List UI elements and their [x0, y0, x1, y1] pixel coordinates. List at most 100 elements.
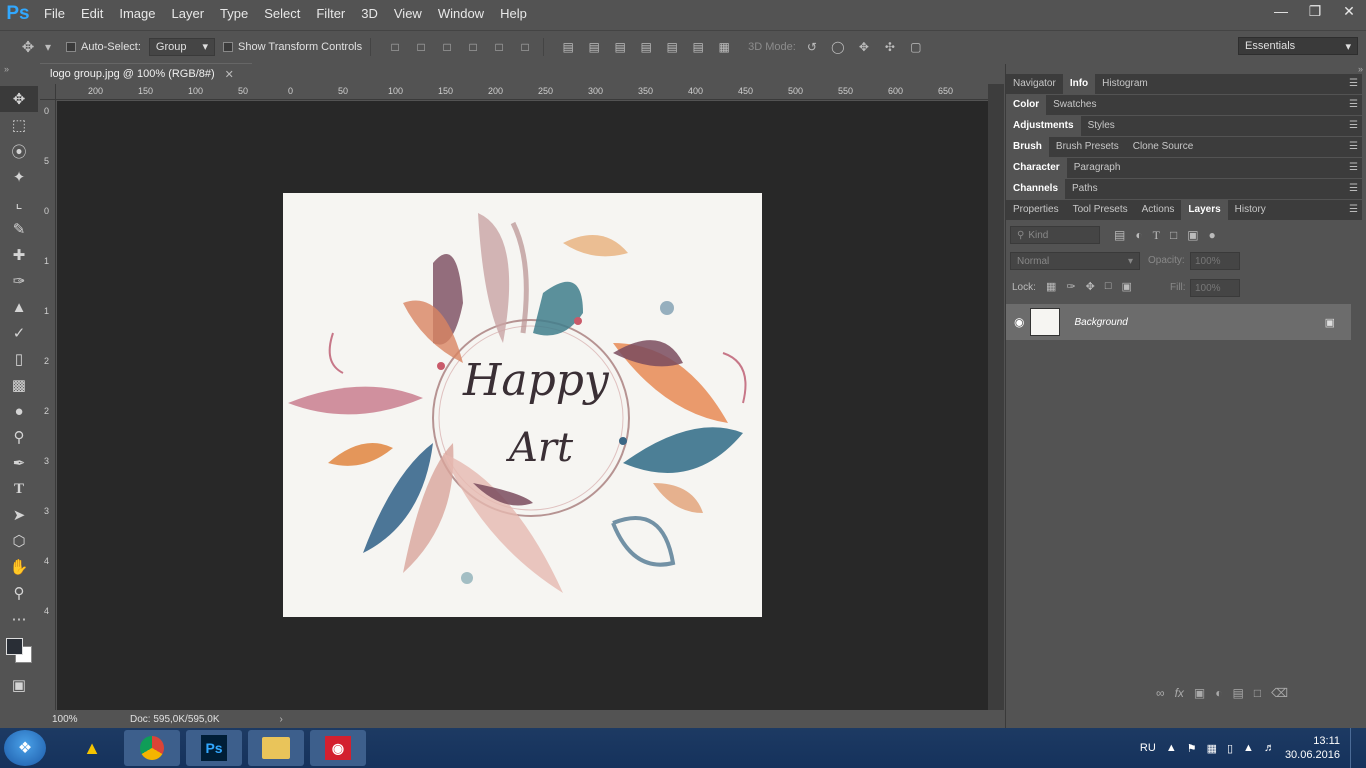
pen-tool[interactable]: ✒	[0, 450, 38, 476]
history-brush-tool[interactable]: ✓	[0, 320, 38, 346]
auto-align-icon[interactable]: ▦	[714, 38, 734, 56]
fx-icon[interactable]: fx	[1175, 686, 1184, 700]
align-vcenter-icon[interactable]: □	[411, 38, 431, 56]
align-top-icon[interactable]: □	[385, 38, 405, 56]
language-indicator[interactable]: RU	[1140, 742, 1156, 754]
panel-menu-icon[interactable]: ☰	[1349, 78, 1358, 89]
tab-styles[interactable]: Styles	[1081, 116, 1122, 136]
panel-menu-icon[interactable]: ☰	[1349, 162, 1358, 173]
roll-3d-icon[interactable]: ◯	[828, 38, 848, 56]
panel-menu-icon[interactable]: ☰	[1349, 120, 1358, 131]
distribute-right-icon[interactable]: ▤	[688, 38, 708, 56]
close-icon[interactable]: ✕	[225, 68, 234, 81]
brush-tool[interactable]: ✑	[0, 268, 38, 294]
shape-filter-icon[interactable]: □	[1170, 228, 1177, 243]
tab-navigator[interactable]: Navigator	[1006, 74, 1063, 94]
distribute-vcenter-icon[interactable]: ▤	[584, 38, 604, 56]
show-hidden-icons[interactable]: ▲	[1166, 742, 1177, 754]
tab-clone-source[interactable]: Clone Source	[1126, 137, 1201, 157]
add-mask-icon[interactable]: ▣	[1194, 686, 1205, 700]
align-left-icon[interactable]: □	[463, 38, 483, 56]
hand-tool[interactable]: ✋	[0, 554, 38, 580]
windows-icon[interactable]: ▦	[1207, 742, 1217, 755]
shape-tool[interactable]: ⬡	[0, 528, 38, 554]
tab-color[interactable]: Color	[1006, 95, 1047, 115]
tab-history[interactable]: History	[1228, 200, 1273, 220]
align-right-icon[interactable]: □	[515, 38, 535, 56]
panel-menu-icon[interactable]: ☰	[1349, 99, 1358, 110]
distribute-bottom-icon[interactable]: ▤	[610, 38, 630, 56]
menu-type[interactable]: Type	[212, 0, 256, 28]
distribute-top-icon[interactable]: ▤	[558, 38, 578, 56]
menu-edit[interactable]: Edit	[73, 0, 111, 28]
eraser-tool[interactable]: ▯	[0, 346, 38, 372]
signal-icon[interactable]: ▲	[1243, 742, 1254, 754]
panel-menu-icon[interactable]: ☰	[1349, 141, 1358, 152]
taskbar-photoshop[interactable]: Ps	[186, 730, 242, 766]
tab-info[interactable]: Info	[1062, 74, 1096, 94]
collapse-icon[interactable]: »	[1006, 64, 1366, 74]
restore-button[interactable]: ❐	[1298, 0, 1332, 22]
smart-object-filter-icon[interactable]: ▣	[1187, 228, 1198, 243]
healing-tool[interactable]: ✚	[0, 242, 38, 268]
show-desktop-button[interactable]	[1350, 728, 1358, 768]
layer-filter-dropdown[interactable]: ⚲ Kind	[1010, 226, 1100, 244]
taskbar-explorer[interactable]	[248, 730, 304, 766]
eyedropper-tool[interactable]: ✎	[0, 216, 38, 242]
adjustment-layer-icon[interactable]: ◐	[1215, 686, 1222, 700]
tab-properties[interactable]: Properties	[1006, 200, 1066, 220]
tab-channels[interactable]: Channels	[1006, 179, 1066, 199]
show-transform-checkbox[interactable]: Show Transform Controls	[223, 41, 362, 53]
zoom-level[interactable]: 100%	[40, 714, 90, 725]
tab-swatches[interactable]: Swatches	[1046, 95, 1103, 115]
menu-layer[interactable]: Layer	[164, 0, 213, 28]
foreground-color-swatch[interactable]	[6, 638, 23, 655]
gradient-tool[interactable]: ▩	[0, 372, 38, 398]
layer-name[interactable]: Background	[1074, 317, 1127, 328]
marquee-tool[interactable]: ⬚	[0, 112, 38, 138]
tab-tool-presets[interactable]: Tool Presets	[1066, 200, 1135, 220]
chevron-right-icon[interactable]: ›	[280, 714, 283, 725]
menu-select[interactable]: Select	[256, 0, 308, 28]
vertical-scrollbar[interactable]	[988, 84, 1004, 710]
chevron-down-icon[interactable]: ▾	[38, 38, 58, 56]
menu-3d[interactable]: 3D	[353, 0, 386, 28]
quick-mask-icon[interactable]: ▣	[0, 672, 38, 698]
battery-icon[interactable]: ▯	[1227, 742, 1233, 755]
ruler-corner[interactable]	[40, 84, 56, 100]
adjustment-filter-icon[interactable]: ◐	[1135, 228, 1142, 243]
tab-brush-presets[interactable]: Brush Presets	[1049, 137, 1126, 157]
quick-select-tool[interactable]: ✦	[0, 164, 38, 190]
panel-menu-icon[interactable]: ☰	[1349, 183, 1358, 194]
fill-input[interactable]: 100%	[1190, 279, 1240, 297]
filter-toggle-icon[interactable]: ●	[1209, 228, 1216, 243]
lock-position-icon[interactable]: ✥	[1086, 280, 1095, 293]
collapse-icon[interactable]: »	[0, 64, 38, 86]
dodge-tool[interactable]: ⚲	[0, 424, 38, 450]
link-layers-icon[interactable]: ∞	[1156, 686, 1165, 700]
close-button[interactable]: ✕	[1332, 0, 1366, 22]
tab-paragraph[interactable]: Paragraph	[1067, 158, 1128, 178]
auto-select-dropdown[interactable]: Group ▾	[148, 37, 216, 56]
tab-brush[interactable]: Brush	[1006, 137, 1049, 157]
artwork-image[interactable]: Happy Art	[283, 193, 762, 617]
zoom-tool[interactable]: ⚲	[0, 580, 38, 606]
type-tool[interactable]: T	[0, 476, 38, 502]
lasso-tool[interactable]: ⦿	[0, 138, 38, 164]
move-tool[interactable]: ✥	[0, 86, 38, 112]
tab-histogram[interactable]: Histogram	[1095, 74, 1155, 94]
lock-pixels-icon[interactable]: ✑	[1066, 280, 1075, 293]
trash-icon[interactable]: ⌫	[1271, 686, 1288, 700]
blend-mode-dropdown[interactable]: Normal ▾	[1010, 252, 1140, 270]
tab-layers[interactable]: Layers	[1181, 200, 1228, 220]
menu-filter[interactable]: Filter	[308, 0, 353, 28]
start-button[interactable]: ❖	[4, 730, 46, 766]
tab-actions[interactable]: Actions	[1135, 200, 1182, 220]
distribute-hcenter-icon[interactable]: ▤	[662, 38, 682, 56]
doc-info[interactable]: Doc: 595,0K/595,0K	[130, 714, 220, 725]
move-tool-icon[interactable]: ✥	[18, 38, 38, 56]
pixel-filter-icon[interactable]: ▤	[1114, 228, 1125, 243]
eye-icon[interactable]: ◉	[1014, 315, 1024, 329]
lock-transparent-icon[interactable]: ▦	[1046, 280, 1056, 293]
distribute-left-icon[interactable]: ▤	[636, 38, 656, 56]
